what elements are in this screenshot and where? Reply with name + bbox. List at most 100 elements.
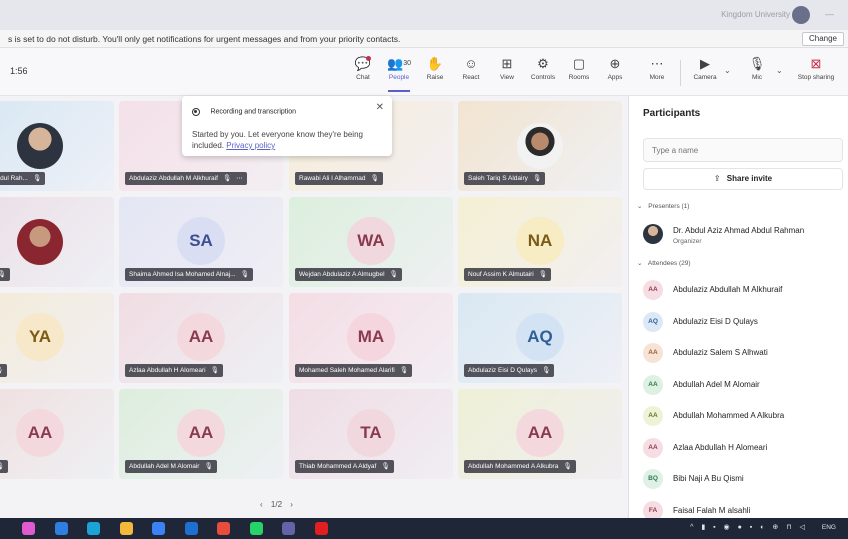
attendee-row[interactable]: AA Abdullah Mohammed A Alkubra	[643, 406, 843, 428]
controls-icon: ⚙	[537, 56, 549, 71]
participant-tile[interactable]: AA Abdullah Adel M Alomair 🎙	[119, 389, 283, 479]
close-icon[interactable]: ✕	[376, 102, 384, 113]
people-count: 30	[403, 60, 411, 67]
participant-name-label: f I Alojayl🎙	[0, 364, 8, 377]
more-button[interactable]: ⋯ More	[640, 54, 674, 92]
view-button[interactable]: ⊞ View	[490, 54, 524, 92]
recording-notification: Recording and transcription ✕ Started by…	[182, 96, 392, 156]
edge-icon[interactable]	[87, 522, 100, 535]
participant-name-label: Abdulaziz Abdullah M Alkhuraif 🎙 ⋯	[125, 172, 247, 185]
attendee-row[interactable]: AA Abdulaziz Abdullah M Alkhuraif	[643, 280, 843, 302]
files-icon[interactable]	[119, 522, 133, 535]
participant-tile[interactable]: AA Azlaa Abdullah H Alomeari 🎙	[119, 293, 283, 383]
system-tray[interactable]: ^ ▮ ▪ ◉ ● ▪ ◐ ⊕ ⊓ ◁	[690, 523, 808, 531]
participant-tile[interactable]: MA Mohamed Saleh Mohamed Alarifi 🎙	[289, 293, 453, 383]
mic-off-icon: 🎙	[204, 463, 213, 470]
stop-sharing-button[interactable]: ⊠ Stop sharing	[792, 54, 840, 92]
apps-button[interactable]: ⊕ Apps	[598, 54, 632, 92]
participant-name-label: A. Alhajjaj🎙	[0, 268, 10, 281]
change-button[interactable]: Change	[801, 32, 844, 46]
participant-name-label: Wejdan Abdulaziz A Almugbel 🎙	[295, 268, 402, 281]
camera-options-chevron-icon[interactable]: ⌄	[724, 66, 731, 75]
pdf-icon[interactable]	[314, 522, 328, 535]
participant-name: Abdullah Adel M Alomair	[129, 463, 200, 470]
presenters-section-toggle[interactable]: ⌄ Presenters (1)	[637, 202, 689, 210]
attendee-row[interactable]: AA Abdulaziz Salem S Alhwati	[643, 343, 843, 365]
share-invite-button[interactable]: ⇪ Share invite	[643, 168, 843, 190]
attendee-avatar: AA	[643, 374, 663, 395]
dnd-banner: s is set to do not disturb. You'll only …	[0, 30, 848, 48]
mic-off-icon: 🎙	[538, 271, 548, 278]
store-icon[interactable]	[152, 522, 165, 535]
apps-icon: ⊕	[609, 56, 621, 71]
participant-tile[interactable]: SA Shaima Ahmed Isa Mohamed Alnaj... 🎙	[119, 197, 283, 287]
mic-off-icon: 🎙	[370, 175, 379, 182]
participant-tile[interactable]: AA S Alhwati🎙	[0, 389, 114, 479]
toolbar-divider	[680, 60, 681, 86]
share-icon: ⇪	[713, 174, 721, 183]
chevron-down-icon: ⌄	[637, 203, 643, 210]
react-button[interactable]: ☺ React	[454, 54, 488, 92]
participant-avatar: AA	[177, 313, 225, 361]
attendee-name: Azlaa Abdullah H Alomeari	[673, 442, 768, 452]
video-stage: iz Ahmad Abdul Rah...🎙 Abdulaziz Abdullah…	[0, 96, 628, 518]
language-indicator[interactable]: ENG	[822, 524, 836, 531]
teams-icon[interactable]	[282, 522, 295, 535]
minimize-icon[interactable]: —	[825, 9, 834, 19]
participant-tile[interactable]: A. Alhajjaj🎙	[0, 197, 114, 287]
chat-button[interactable]: 💬 Chat	[346, 54, 380, 92]
attendee-name: Faisal Falah M alsahli	[673, 505, 751, 515]
dnd-banner-text: s is set to do not disturb. You'll only …	[8, 34, 401, 44]
participant-photo	[17, 219, 63, 265]
org-name: Kingdom University	[721, 10, 790, 19]
attendee-row[interactable]: AQ Abdulaziz Eisi D Qulays	[643, 311, 843, 334]
controls-button[interactable]: ⚙ Controls	[526, 54, 560, 92]
presenter-row[interactable]: Dr. Abdul Aziz Ahmad Abdul Rahman Organi…	[643, 224, 843, 246]
privacy-policy-link[interactable]: Privacy policy	[226, 141, 275, 150]
participant-name: Saleh Tariq S Aldairy	[468, 175, 528, 182]
participant-name-label: Thiab Mohammed A Aldyaf 🎙	[295, 460, 394, 473]
camera-button[interactable]: ▶ Camera	[688, 54, 722, 92]
attendee-row[interactable]: BQ Bibi Naji A Bu Qismi	[643, 469, 843, 491]
participant-tile[interactable]: YA f I Alojayl🎙	[0, 293, 114, 383]
people-icon: 👥30	[387, 56, 411, 71]
attendee-name: Abdulaziz Abdullah M Alkhuraif	[673, 285, 783, 294]
whatsapp-icon[interactable]	[249, 522, 263, 535]
rooms-button[interactable]: ▢ Rooms	[562, 54, 596, 92]
camera-off-icon: ▶	[700, 56, 710, 71]
outlook-icon[interactable]	[184, 522, 198, 535]
participant-avatar: MA	[347, 313, 395, 361]
recording-message: Started by you. Let everyone know they'r…	[192, 130, 363, 150]
attendees-section-toggle[interactable]: ⌄ Attendees (29)	[637, 259, 691, 267]
participant-name: Nouf Assim K Almutairi	[468, 271, 534, 278]
people-button[interactable]: 👥30 People	[382, 54, 416, 92]
participant-name: Mohamed Saleh Mohamed Alarifi	[299, 367, 395, 374]
chrome-icon[interactable]	[217, 522, 230, 535]
participant-tile[interactable]: TA Thiab Mohammed A Aldyaf 🎙	[289, 389, 453, 479]
pager-next-icon[interactable]: ›	[290, 500, 293, 509]
participant-tile[interactable]: WA Wejdan Abdulaziz A Almugbel 🎙	[289, 197, 453, 287]
participant-search-input[interactable]	[643, 138, 843, 162]
more-icon: ⋯	[650, 56, 664, 71]
participant-tile[interactable]: Saleh Tariq S Aldairy 🎙	[458, 101, 622, 191]
participant-tile[interactable]: AA Abdullah Mohammed A Alkubra 🎙	[458, 389, 622, 479]
participant-name-label: Saleh Tariq S Aldairy 🎙	[464, 172, 546, 185]
participant-tile[interactable]: NA Nouf Assim K Almutairi 🎙	[458, 197, 622, 287]
participant-name: Abdulaziz Eisi D Qulays	[468, 367, 537, 374]
user-avatar[interactable]	[792, 6, 810, 24]
participant-avatar: AA	[177, 409, 225, 457]
participant-tile[interactable]: AQ Abdulaziz Eisi D Qulays 🎙	[458, 293, 622, 383]
meeting-toolbar: 1:56 💬 Chat 👥30 People ✋ Raise ☺ React ⊞…	[0, 48, 848, 96]
mic-button[interactable]: 🎙 Mic	[740, 54, 774, 92]
hand-icon: ✋	[426, 56, 444, 71]
pager-prev-icon[interactable]: ‹	[260, 500, 263, 509]
globe-icon[interactable]	[54, 522, 68, 535]
attendee-row[interactable]: AA Abdullah Adel M Alomair	[643, 374, 843, 397]
participant-name: Azlaa Abdullah H Alomeari	[129, 367, 206, 374]
attendee-row[interactable]: AA Azlaa Abdullah H Alomeari	[643, 437, 843, 460]
raise-hand-button[interactable]: ✋ Raise	[418, 54, 452, 92]
more-options-icon[interactable]: ⋯	[236, 172, 243, 185]
participant-tile[interactable]: iz Ahmad Abdul Rah... 🎙	[0, 101, 114, 191]
copilot-icon[interactable]	[22, 522, 35, 535]
mic-options-chevron-icon[interactable]: ⌄	[776, 66, 783, 75]
